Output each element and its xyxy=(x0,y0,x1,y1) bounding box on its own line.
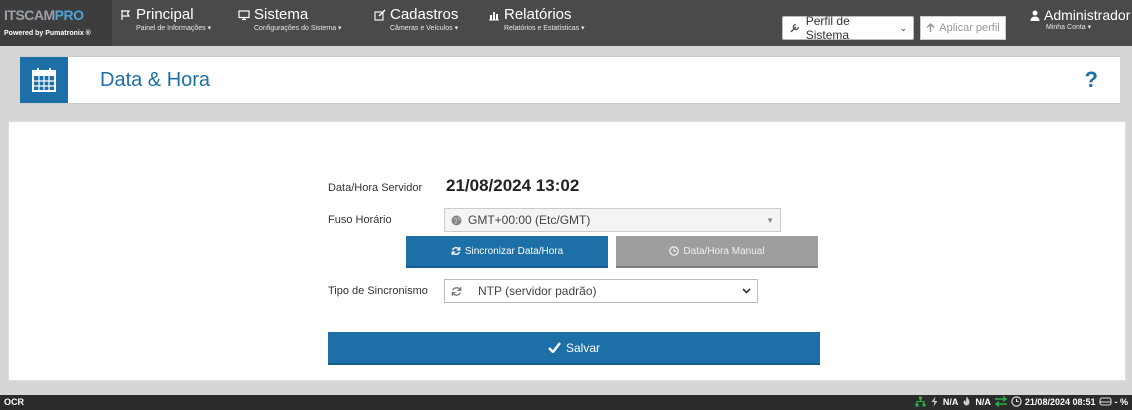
nav-cadastros[interactable]: Cadastros Câmeras e Veículos ▾ xyxy=(374,6,458,32)
top-navbar: ITSCAMPRO Powered by Pumatronix ® Princi… xyxy=(0,0,1132,46)
network-icon xyxy=(915,396,926,407)
page-title: Data & Hora xyxy=(100,69,211,91)
nav-sistema[interactable]: Sistema Configurações do Sistema ▾ xyxy=(238,6,342,32)
user-menu[interactable]: Administrador Minha Conta ▾ xyxy=(1030,7,1130,31)
refresh-icon xyxy=(451,286,462,296)
nav-sistema-label: Sistema xyxy=(254,6,309,23)
status-datetime: 21/08/2024 08:51 xyxy=(1024,396,1096,407)
page-header: Data & Hora ? xyxy=(20,56,1120,104)
edit-icon xyxy=(374,9,386,21)
timezone-value: GMT+00:00 (Etc/GMT) xyxy=(468,213,591,227)
monitor-icon xyxy=(238,9,250,20)
profile-select-label: Perfil de Sistema xyxy=(805,14,850,42)
chevron-down-icon: ⌄ xyxy=(899,22,907,33)
hard-drive-icon xyxy=(1098,397,1112,406)
lightning-icon xyxy=(931,396,938,407)
flag-icon xyxy=(121,9,131,20)
user-name: Administrador xyxy=(1044,7,1131,23)
nav-principal-label: Principal xyxy=(136,6,194,23)
timezone-label: Fuso Horário xyxy=(328,214,392,226)
user-sub: Minha Conta ▾ xyxy=(1046,24,1092,31)
brand-logo[interactable]: ITSCAMPRO Powered by Pumatronix ® xyxy=(0,0,112,46)
server-time-value: 21/08/2024 13:02 xyxy=(446,176,580,195)
status-ocr: OCR xyxy=(4,397,24,407)
nav-relatorios[interactable]: Relatórios Relatórios e Estatísticas ▾ xyxy=(488,6,585,32)
globe-icon xyxy=(451,215,462,225)
status-na-2: N/A xyxy=(975,396,991,407)
logo-text: ITSCAMPRO xyxy=(4,7,84,23)
clock-icon xyxy=(669,246,680,256)
calendar-icon xyxy=(20,57,68,103)
save-label: Salvar xyxy=(565,340,600,355)
manual-datetime-button[interactable]: Data/Hora Manual xyxy=(616,236,818,268)
check-icon xyxy=(548,342,561,353)
nav-principal[interactable]: Principal Painel de Informações ▾ xyxy=(120,6,211,32)
manual-datetime-label: Data/Hora Manual xyxy=(683,245,765,257)
profile-select[interactable]: Perfil de Sistema ⌄ xyxy=(782,14,914,42)
apply-profile-button[interactable]: Aplicar perfil xyxy=(920,16,1006,40)
apply-profile-label: Aplicar perfil xyxy=(939,22,1000,34)
thermometer-icon xyxy=(963,396,970,406)
sync-type-label: Tipo de Sincronismo xyxy=(328,285,428,297)
help-icon[interactable]: ? xyxy=(1085,67,1098,93)
powered-by-text: Powered by Pumatronix ® xyxy=(4,30,91,37)
nav-principal-sub: Painel de Informações ▾ xyxy=(136,25,212,32)
refresh-icon xyxy=(451,246,461,256)
user-icon xyxy=(1030,10,1040,21)
status-indicators: N/A N/A 21/08/2024 08:51 - % xyxy=(915,396,1128,407)
nav-cadastros-sub: Câmeras e Veículos ▾ xyxy=(390,25,459,32)
timezone-select[interactable]: GMT+00:00 (Etc/GMT) ▼ xyxy=(444,208,781,232)
sync-datetime-button[interactable]: Sincronizar Data/Hora xyxy=(406,236,608,268)
server-time-label: Data/Hora Servidor xyxy=(328,182,423,194)
wrench-icon xyxy=(790,23,800,33)
status-na-1: N/A xyxy=(942,396,959,407)
clock-icon xyxy=(1011,396,1022,407)
save-button[interactable]: Salvar xyxy=(328,332,820,365)
status-disk: - % xyxy=(1114,396,1129,407)
nav-relatorios-label: Relatórios xyxy=(504,6,572,23)
transfer-icon xyxy=(994,396,1008,407)
status-bar: OCR N/A N/A 21/08/2024 08:51 - % xyxy=(0,395,1132,410)
bar-chart-icon xyxy=(489,11,499,20)
nav-sistema-sub: Configurações do Sistema ▾ xyxy=(254,25,342,32)
arrow-up-icon xyxy=(926,23,935,32)
sync-datetime-label: Sincronizar Data/Hora xyxy=(464,245,564,257)
sync-type-value: NTP (servidor padrão) xyxy=(478,284,597,298)
nav-cadastros-label: Cadastros xyxy=(390,6,459,23)
chevron-down-icon xyxy=(742,288,751,294)
nav-relatorios-sub: Relatórios e Estatísticas ▾ xyxy=(504,25,585,32)
sync-type-select[interactable]: NTP (servidor padrão) xyxy=(444,279,758,303)
caret-down-icon: ▼ xyxy=(766,215,774,225)
